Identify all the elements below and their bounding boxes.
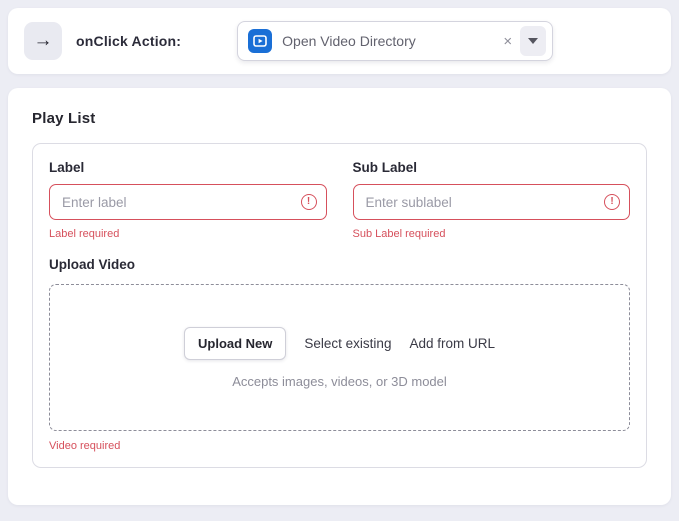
video-error-text: Video required xyxy=(49,440,630,452)
label-input[interactable] xyxy=(49,184,327,220)
video-dropzone[interactable]: Upload New Select existing Add from URL … xyxy=(49,284,630,431)
sublabel-error-text: Sub Label required xyxy=(353,228,631,241)
video-directory-icon xyxy=(248,29,272,53)
sublabel-field-group: Sub Label ! Sub Label required xyxy=(353,160,631,241)
label-error-text: Label required xyxy=(49,228,327,241)
playlist-title: Play List xyxy=(32,110,647,127)
arrow-right-icon[interactable]: → xyxy=(24,22,62,60)
select-existing-button[interactable]: Select existing xyxy=(304,336,391,351)
playlist-card: Play List Label ! Label required Sub Lab… xyxy=(8,88,671,505)
onclick-action-select[interactable]: Open Video Directory × xyxy=(237,21,553,61)
sublabel-input[interactable] xyxy=(353,184,631,220)
label-field-group: Label ! Label required xyxy=(49,160,327,241)
sublabel-field-title: Sub Label xyxy=(353,160,631,175)
onclick-action-bar: → onClick Action: Open Video Directory × xyxy=(8,8,671,74)
onclick-action-label: onClick Action: xyxy=(76,33,181,49)
upload-new-button[interactable]: Upload New xyxy=(184,327,286,360)
dropzone-hint-text: Accepts images, videos, or 3D model xyxy=(232,374,447,389)
selected-option-label: Open Video Directory xyxy=(282,33,495,49)
clear-selection-icon[interactable]: × xyxy=(495,34,520,49)
playlist-form: Label ! Label required Sub Label ! Sub L… xyxy=(32,143,647,468)
chevron-down-icon[interactable] xyxy=(520,26,546,56)
error-warning-icon: ! xyxy=(301,194,317,210)
add-from-url-button[interactable]: Add from URL xyxy=(409,336,495,351)
label-field-title: Label xyxy=(49,160,327,175)
arrow-glyph: → xyxy=(34,30,53,52)
error-warning-icon: ! xyxy=(604,194,620,210)
upload-video-label: Upload Video xyxy=(49,257,630,272)
